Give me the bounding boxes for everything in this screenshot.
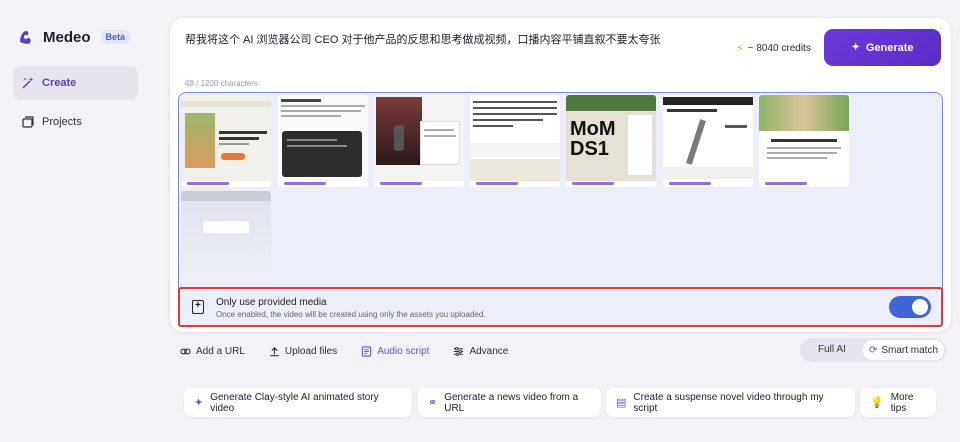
add-file-icon [192, 300, 204, 314]
toggle-title: Only use provided media [216, 297, 327, 308]
medeo-logo-icon [20, 31, 31, 44]
suggestion-clay-story[interactable]: ✦ Generate Clay-style AI animated story … [184, 388, 412, 417]
mode-smart-match[interactable]: ⟳ Smart match [863, 340, 944, 360]
character-count: 48 / 1200 characters [185, 79, 258, 88]
suggestion-label: Generate Clay-style AI animated story vi… [210, 391, 379, 414]
script-icon [362, 345, 372, 357]
mode-full-ai[interactable]: Full AI [818, 344, 846, 355]
suggestion-suspense-script[interactable]: ▤ Create a suspense novel video through … [606, 388, 855, 417]
media-thumbnail-8[interactable] [181, 191, 271, 279]
add-url-button[interactable]: Add a URL [180, 346, 245, 357]
sidebar-item-label: Create [42, 77, 77, 89]
document-icon: ▤ [616, 397, 627, 409]
sparkle-icon: ✦ [194, 397, 204, 409]
brand[interactable]: Medeo Beta [17, 28, 131, 46]
thumbnail-progress-bar [380, 182, 422, 185]
mode-toggle: Full AI ⟳ Smart match [800, 338, 946, 362]
refresh-icon: ⟳ [868, 344, 878, 356]
sidebar-item-create[interactable]: Create [13, 66, 138, 100]
suggestion-label: Create a suspense novel video through my… [633, 391, 824, 414]
thumbnail-progress-bar [765, 182, 807, 185]
magic-wand-icon [22, 77, 34, 89]
thumbnail-progress-bar [669, 182, 711, 185]
sidebar-item-label: Projects [42, 116, 82, 128]
stack-icon [22, 116, 34, 128]
suggestion-news-url[interactable]: ⚭ Generate a news video from a URL [418, 388, 601, 417]
media-thumbnail-2[interactable] [278, 95, 368, 187]
upload-icon [270, 346, 279, 356]
advance-button[interactable]: Advance [453, 346, 508, 357]
bolt-icon: ⚡ [736, 43, 744, 55]
generate-button[interactable]: ✦ Generate [824, 29, 941, 66]
audio-script-label: Audio script [377, 345, 430, 357]
credits-label: ~ 8040 credits [747, 43, 811, 54]
suggestion-label: Generate a news video from a URL [444, 391, 579, 414]
thumbnail-progress-bar [476, 182, 518, 185]
link-icon [180, 348, 191, 354]
suggestion-label: More tips [890, 391, 914, 414]
audio-script-button[interactable]: Audio script [361, 346, 429, 357]
brand-name: Medeo [43, 28, 91, 46]
thumbnail-progress-bar [284, 182, 326, 185]
add-url-label: Add a URL [196, 345, 245, 357]
credits-display: ⚡ ~ 8040 credits [736, 42, 811, 55]
generate-label: Generate [865, 41, 914, 54]
media-thumbnail-5[interactable]: MoM DS1 [566, 95, 656, 187]
media-thumbnail-3[interactable] [374, 95, 464, 187]
beta-badge: Beta [100, 30, 131, 44]
toggle-subtitle: Once enabled, the video will be created … [216, 310, 486, 319]
sparkle-icon: ✦ [851, 42, 860, 53]
sliders-icon [454, 346, 464, 356]
media-thumbnail-1[interactable] [181, 95, 271, 187]
media-thumbnail-7[interactable] [759, 95, 849, 187]
thumbnail-progress-bar [572, 182, 614, 185]
upload-files-label: Upload files [284, 345, 338, 357]
sidebar-item-projects[interactable]: Projects [13, 105, 138, 139]
upload-files-button[interactable]: Upload files [269, 346, 337, 357]
lightbulb-icon: 💡 [870, 397, 884, 409]
switch-knob [912, 299, 928, 315]
link-icon: ⚭ [428, 397, 438, 409]
media-thumbnail-4[interactable] [470, 95, 560, 187]
prompt-card: 帮我将这个 AI 浏览器公司 CEO 对于他产品的反思和思考做成视频，口播内容平… [170, 18, 951, 332]
prompt-input[interactable]: 帮我将这个 AI 浏览器公司 CEO 对于他产品的反思和思考做成视频，口播内容平… [185, 31, 660, 47]
media-thumbnail-6[interactable] [663, 95, 753, 187]
input-toolbar: Add a URL Upload files Audio script Adva… [180, 340, 532, 362]
advance-label: Advance [469, 345, 509, 357]
smart-match-label: Smart match [881, 344, 939, 356]
only-provided-media-switch[interactable] [889, 296, 931, 318]
suggestion-more-tips[interactable]: 💡 More tips [860, 388, 936, 417]
thumbnail-progress-bar [187, 182, 229, 185]
only-provided-media-row: Only use provided media Once enabled, th… [178, 287, 943, 327]
sidebar: Medeo Beta Create Projects [0, 0, 160, 442]
